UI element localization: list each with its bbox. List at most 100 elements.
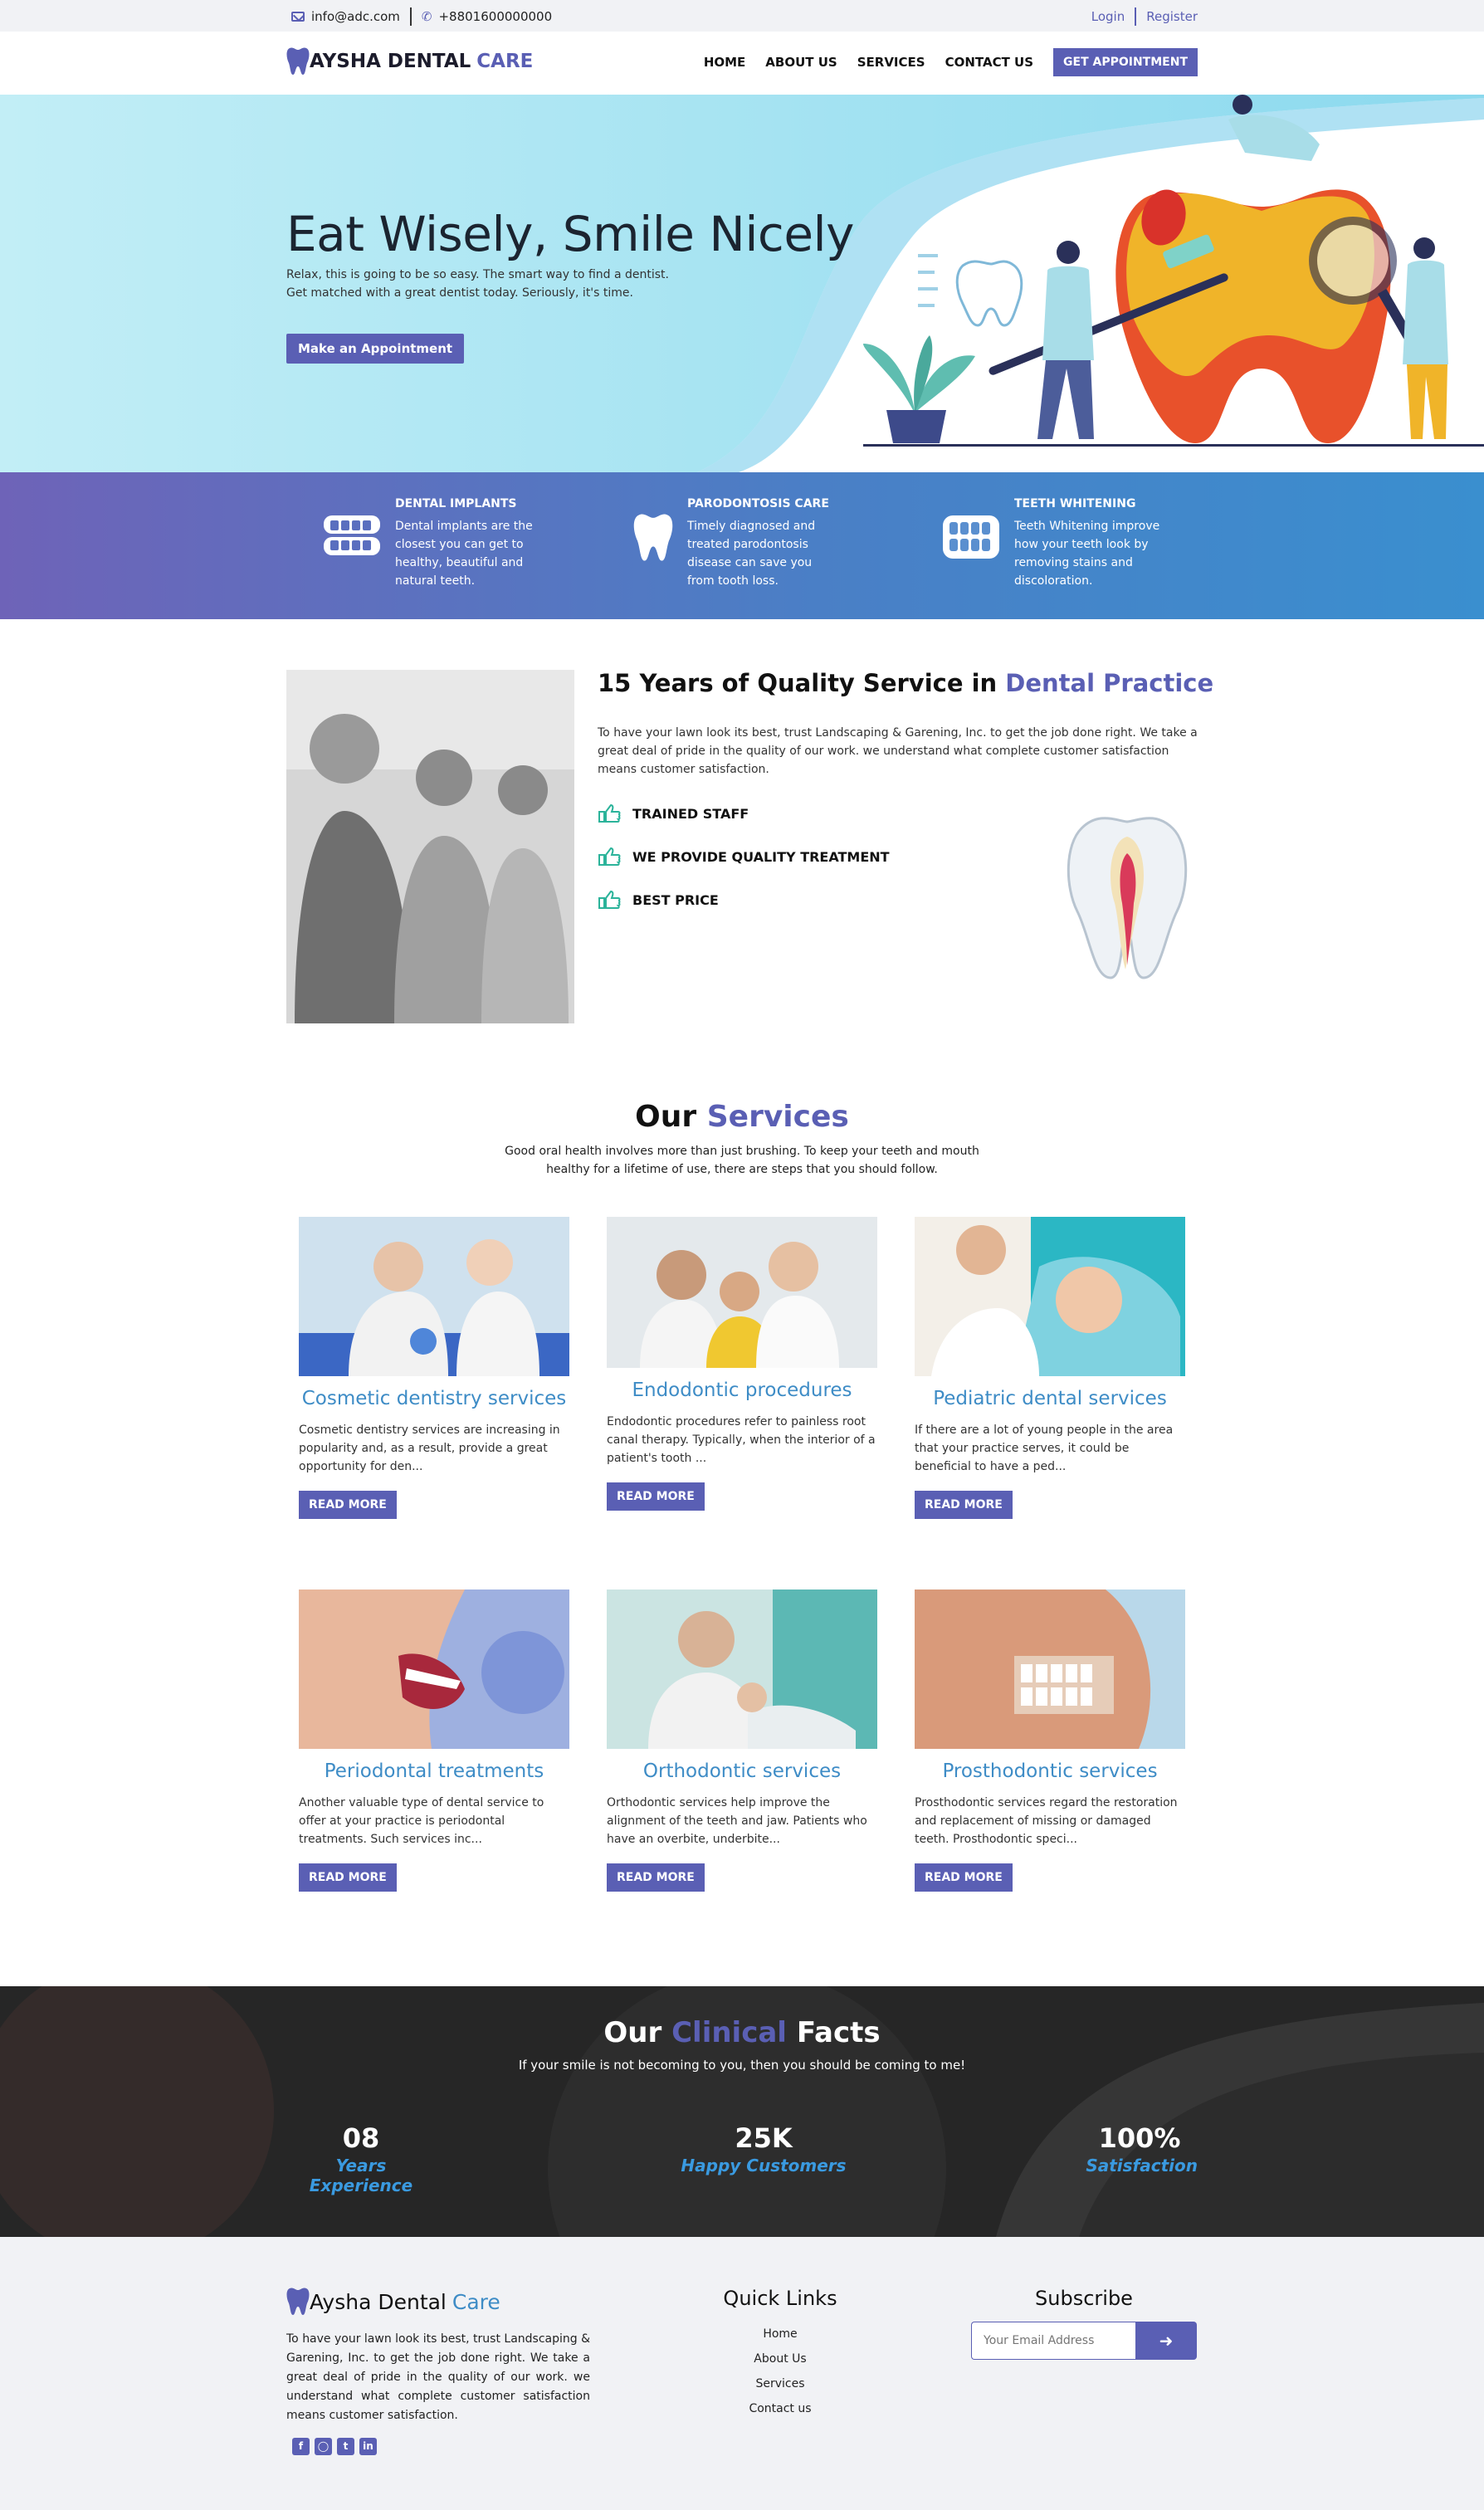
point-quality-treatment: WE PROVIDE QUALITY TREATMENT: [598, 847, 890, 867]
get-appointment-button[interactable]: GET APPOINTMENT: [1053, 48, 1198, 76]
facts-title-b: Facts: [796, 2016, 881, 2049]
linkedin-icon[interactable]: in: [359, 2438, 377, 2455]
footer-link-about[interactable]: About Us: [697, 2346, 863, 2371]
nav-item-about[interactable]: ABOUT US: [765, 55, 837, 70]
facebook-icon[interactable]: f: [292, 2438, 310, 2455]
subscribe-email-input[interactable]: [971, 2322, 1135, 2360]
service-name[interactable]: Pediatric dental services: [915, 1388, 1185, 1409]
arrow-right-icon: ➜: [1159, 2331, 1174, 2351]
service-card: Orthodontic services Orthodontic service…: [607, 1590, 877, 1892]
subscribe-submit-button[interactable]: ➜: [1135, 2322, 1197, 2360]
email-link[interactable]: info@adc.com: [311, 9, 400, 24]
nav-item-home[interactable]: HOME: [704, 55, 745, 70]
facts-title-a: Our: [603, 2016, 662, 2049]
teeth-whitening-icon: [943, 515, 999, 559]
feature-title: DENTAL IMPLANTS: [395, 497, 517, 510]
read-more-button[interactable]: READ MORE: [915, 1491, 1013, 1519]
phone-icon: ✆: [421, 9, 432, 24]
service-image-cosmetic[interactable]: [299, 1217, 569, 1376]
feature-title: TEETH WHITENING: [1014, 497, 1136, 510]
service-text: Cosmetic dentistry services are increasi…: [299, 1423, 560, 1473]
read-more-button[interactable]: READ MORE: [915, 1863, 1013, 1892]
fact-label: Satisfaction: [1086, 2156, 1198, 2175]
thumbs-up-icon: [598, 890, 621, 909]
fact-number: 08: [342, 2122, 380, 2154]
footer-link-services[interactable]: Services: [697, 2371, 863, 2396]
feature-dental-implants: DENTAL IMPLANTS Dental implants are the …: [324, 497, 544, 590]
footer-link-home[interactable]: Home: [697, 2322, 863, 2346]
feature-parodontosis-care: PARODONTOSIS CARE Timely diagnosed and t…: [633, 497, 837, 590]
service-text: If there are a lot of young people in th…: [915, 1423, 1174, 1473]
read-more-button[interactable]: READ MORE: [607, 1482, 705, 1511]
service-image-pediatric[interactable]: [915, 1217, 1185, 1376]
service-image-orthodontic[interactable]: [607, 1590, 877, 1749]
divider: [1135, 7, 1137, 26]
service-card: Endodontic procedures Endodontic procedu…: [607, 1217, 877, 1511]
read-more-button[interactable]: READ MORE: [607, 1863, 705, 1892]
dental-team-photo: [286, 670, 574, 1023]
instagram-icon[interactable]: ◯: [315, 2438, 332, 2455]
main-navbar: AYSHA DENTAL CARE HOME ABOUT US SERVICES…: [0, 32, 1484, 95]
feature-desc: Teeth Whitening improve how your teeth l…: [1014, 520, 1160, 588]
tooth-anatomy-image: [1067, 817, 1188, 979]
footer-description: To have your lawn look its best, trust L…: [286, 2332, 591, 2422]
read-more-button[interactable]: READ MORE: [299, 1863, 397, 1892]
service-card: Pediatric dental services If there are a…: [915, 1217, 1185, 1519]
features-band: DENTAL IMPLANTS Dental implants are the …: [0, 472, 1484, 619]
quick-links-title: Quick Links: [723, 2287, 837, 2310]
fact-happy-customers: 25K Happy Customers: [681, 2122, 847, 2175]
feature-desc: Dental implants are the closest you can …: [395, 520, 533, 588]
make-appointment-button[interactable]: Make an Appointment: [286, 334, 465, 364]
divider: [409, 7, 412, 26]
fact-number: 100%: [1098, 2122, 1181, 2154]
service-card: Cosmetic dentistry services Cosmetic den…: [299, 1217, 569, 1519]
service-card: Prosthodontic services Prosthodontic ser…: [915, 1590, 1185, 1892]
hero-description: Relax, this is going to be so easy. The …: [286, 266, 718, 302]
feature-desc: Timely diagnosed and treated parodontosi…: [687, 520, 816, 588]
service-name[interactable]: Endodontic procedures: [607, 1380, 877, 1401]
login-link[interactable]: Login: [1091, 9, 1125, 24]
service-text: Endodontic procedures refer to painless …: [607, 1415, 876, 1465]
fact-label: Years Experience: [309, 2156, 413, 2195]
hero-line-2: Get matched with a great dentist today. …: [286, 286, 633, 300]
service-name[interactable]: Orthodontic services: [607, 1760, 877, 1782]
twitter-icon[interactable]: t: [337, 2438, 354, 2455]
site-logo[interactable]: AYSHA DENTAL CARE: [286, 46, 533, 76]
footer-logo[interactable]: Aysha Dental Care: [286, 2287, 500, 2317]
service-image-endodontic[interactable]: [607, 1217, 877, 1368]
quick-links: Quick Links Home About Us Services Conta…: [697, 2287, 863, 2421]
top-bar: info@adc.com ✆ +8801600000000 Login Regi…: [0, 0, 1484, 32]
about-title: 15 Years of Quality Service in Dental Pr…: [598, 669, 1213, 697]
services-title: Our Services: [0, 1100, 1484, 1134]
facts-title-accent: Clinical: [671, 2016, 787, 2049]
thumbs-up-icon: [598, 803, 621, 823]
fact-satisfaction: 100% Satisfaction: [1081, 2122, 1198, 2175]
hero-banner: Eat Wisely, Smile Nicely Relax, this is …: [0, 95, 1484, 472]
services-subtitle: Good oral health involves more than just…: [505, 1145, 979, 1176]
service-image-prosthodontic[interactable]: [915, 1590, 1185, 1749]
thumbs-up-icon: [598, 847, 621, 866]
service-name[interactable]: Periodontal treatments: [299, 1760, 569, 1782]
service-text: Another valuable type of dental service …: [299, 1796, 544, 1846]
nav-item-contact[interactable]: CONTACT US: [945, 55, 1033, 70]
service-name[interactable]: Cosmetic dentistry services: [299, 1388, 569, 1409]
feature-teeth-whitening: TEETH WHITENING Teeth Whitening improve …: [943, 497, 1164, 590]
service-name[interactable]: Prosthodontic services: [915, 1760, 1185, 1782]
tooth-logo-icon: [286, 2288, 310, 2315]
read-more-button[interactable]: READ MORE: [299, 1491, 397, 1519]
footer-link-contact[interactable]: Contact us: [697, 2396, 863, 2421]
service-text: Prosthodontic services regard the restor…: [915, 1796, 1178, 1846]
about-title-accent: Dental Practice: [1005, 669, 1214, 697]
site-footer: Aysha Dental Care To have your lawn look…: [0, 2237, 1484, 2510]
phone-link[interactable]: +8801600000000: [438, 9, 552, 24]
services-title-main: Our: [635, 1100, 697, 1134]
subscribe-title: Subscribe: [1035, 2287, 1133, 2310]
auth-links: Login Register: [1091, 7, 1198, 26]
service-image-periodontal[interactable]: [299, 1590, 569, 1749]
hero-illustration: [0, 95, 1484, 472]
nav-item-services[interactable]: SERVICES: [857, 55, 925, 70]
fact-years-experience: 08 Years Experience: [286, 2122, 436, 2195]
service-text: Orthodontic services help improve the al…: [607, 1796, 867, 1846]
hero-title: Eat Wisely, Smile Nicely: [286, 206, 854, 262]
register-link[interactable]: Register: [1146, 9, 1198, 24]
